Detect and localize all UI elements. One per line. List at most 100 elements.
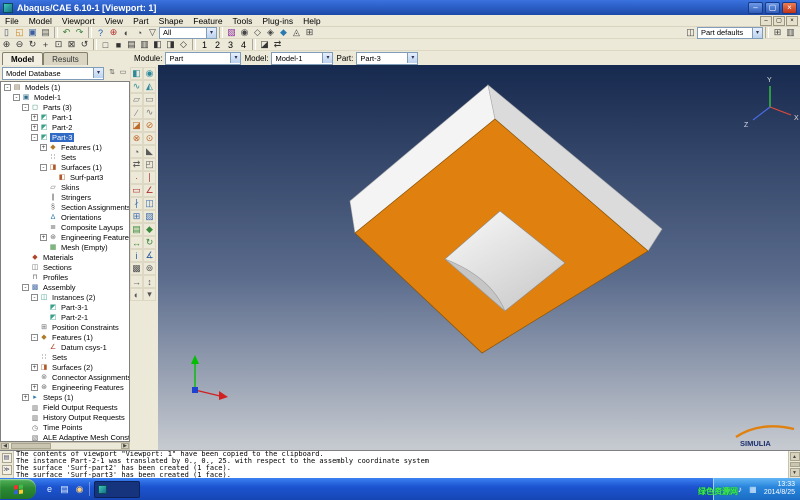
view-cut-icon[interactable]: ◪ [258,39,271,51]
scroll-down-icon[interactable]: ▼ [790,468,800,477]
scrollbar-thumb[interactable] [11,443,51,449]
model-database-combo[interactable]: Model Database ▾ [2,67,104,80]
tree-item[interactable]: ≣ Composite Layups [1,222,129,232]
module-combo[interactable]: Part ▾ [165,52,241,65]
scroll-left-icon[interactable]: ◀ [1,443,9,449]
command-line-tab-icon[interactable]: ≫ [2,465,12,475]
ie-quicklaunch-icon[interactable]: e [43,482,56,496]
chevron-down-icon[interactable]: ▾ [752,28,762,38]
menu-file[interactable]: File [0,15,24,27]
create-solid-extrude-icon[interactable]: ◧ [130,67,143,80]
scroll-up-icon[interactable]: ▲ [790,452,800,461]
display-group-combo[interactable]: All ▾ [159,27,217,39]
panel-layout-icon[interactable]: ▥ [784,27,797,39]
tree-expander-icon[interactable]: - [13,94,20,101]
maximize-button[interactable]: ▢ [765,2,780,14]
tree-item[interactable]: ◩ Part-2-1 [1,312,129,322]
partition-edge-icon[interactable]: ∤ [130,197,143,210]
datum-csys-icon[interactable]: ∠ [143,184,156,197]
solid-from-shell-icon[interactable]: ◰ [143,158,156,171]
create-hole-icon[interactable]: ⊙ [143,132,156,145]
rotate-view-icon[interactable]: ↻ [26,39,39,51]
tree-item[interactable]: § Section Assignments [1,202,129,212]
view-back-icon[interactable]: ■ [112,39,125,51]
create-mirror-icon[interactable]: ⇄ [130,158,143,171]
render-hidden-icon[interactable]: ◈ [264,27,277,39]
menu-tools[interactable]: Tools [228,15,258,27]
create-cut-revolve-icon[interactable]: ⊘ [143,119,156,132]
tree-expander-icon[interactable]: + [40,234,47,241]
regenerate-icon[interactable]: ↻ [143,236,156,249]
tree-item[interactable]: ∷ Sets [1,352,129,362]
tree-expander-icon[interactable]: - [31,334,38,341]
display-options-icon[interactable]: ◐ [130,288,143,301]
create-solid-loft-icon[interactable]: ◭ [143,80,156,93]
create-round-fillet-icon[interactable]: ◔ [130,145,143,158]
tree-item[interactable]: ◆ Materials [1,252,129,262]
datum-axis-icon[interactable]: ∣ [143,171,156,184]
message-scrollbar[interactable]: ▲ ▼ [788,451,800,478]
tree-item[interactable]: ∠ Datum csys-1 [1,342,129,352]
tree-expander-icon[interactable]: + [31,384,38,391]
tree-item[interactable]: ∆ Orientations [1,212,129,222]
tree-item[interactable]: - ◩ Part-3 [1,132,129,142]
reference-point-icon[interactable]: ⊕ [107,27,120,39]
model-combo[interactable]: Model-1 ▾ [271,52,333,65]
edit-feature-icon[interactable]: ◆ [143,223,156,236]
render-shaded-icon[interactable]: ◆ [277,27,290,39]
create-shell-planar-icon[interactable]: ▭ [143,93,156,106]
view-config-3-button[interactable]: 3 [224,39,237,51]
tree-item[interactable]: ▧ ALE Adaptive Mesh Constrain [1,433,129,442]
color-code-icon[interactable]: ▧ [225,27,238,39]
pan-view-icon[interactable]: + [39,39,52,51]
viewport-canvas[interactable]: Y X Z SIMULIA [158,65,800,450]
menu-view[interactable]: View [100,15,128,27]
tree-expander-icon[interactable]: - [31,294,38,301]
undo-icon[interactable]: ↶ [60,27,73,39]
tree-item[interactable]: ◩ Part-3-1 [1,302,129,312]
tree-item[interactable]: + ⊛ Engineering Features [1,232,129,242]
tree-expander-icon[interactable]: + [31,124,38,131]
view-iso-icon[interactable]: ◇ [177,39,190,51]
feature-manipulation-icon[interactable]: ↔ [130,236,143,249]
tab-results[interactable]: Results [43,52,88,65]
tree-expander-icon[interactable]: + [22,394,29,401]
create-shell-extrude-icon[interactable]: ▱ [130,93,143,106]
tab-model[interactable]: Model [2,52,43,65]
view-config-4-button[interactable]: 4 [237,39,250,51]
tree-item[interactable]: ∷ Sets [1,152,129,162]
menu-shape[interactable]: Shape [154,15,189,27]
view-left-icon[interactable]: ◧ [151,39,164,51]
mdi-minimize-button[interactable]: – [760,16,772,26]
query-icon[interactable]: ? [94,27,107,39]
toolbox-grid-icon[interactable]: ⊞ [771,27,784,39]
tree-item[interactable]: + ▸ Steps (1) [1,392,129,402]
tree-item[interactable]: - ◨ Surfaces (1) [1,162,129,172]
display-group-filter-icon[interactable]: ▽ [146,27,159,39]
redo-icon[interactable]: ↷ [73,27,86,39]
more-tools-icon[interactable]: ▾ [143,288,156,301]
tree-item[interactable]: + ◩ Part-2 [1,122,129,132]
create-chamfer-icon[interactable]: ◣ [143,145,156,158]
scroll-right-icon[interactable]: ▶ [121,443,129,449]
tree-horizontal-scrollbar[interactable]: ◀ ▶ [0,442,130,450]
datum-point-icon[interactable]: ∙ [130,171,143,184]
perspective-icon[interactable]: ◬ [290,27,303,39]
partition-sketch-icon[interactable]: ▨ [143,210,156,223]
save-model-icon[interactable]: ▣ [26,27,39,39]
display-group-icon[interactable]: ◔ [133,27,146,39]
chevron-down-icon[interactable]: ▾ [93,68,103,78]
tree-item[interactable]: - ▤ Models (1) [1,82,129,92]
print-icon[interactable]: ▤ [39,27,52,39]
auto-fit-icon[interactable]: ⊠ [65,39,78,51]
create-wire-planar-icon[interactable]: ∕ [130,106,143,119]
minimize-button[interactable]: – [748,2,763,14]
view-options-icon[interactable]: ⊞ [303,27,316,39]
tray-clock[interactable]: 13:33 2014/8/25 [761,481,795,497]
partition-cell-icon[interactable]: ⊞ [130,210,143,223]
taskbar-abaqus-button[interactable] [94,481,140,498]
tree-expander-icon[interactable]: - [22,284,29,291]
tree-item[interactable]: - ▩ Assembly [1,282,129,292]
view-front-icon[interactable]: □ [99,39,112,51]
create-cut-sweep-icon[interactable]: ⊗ [130,132,143,145]
